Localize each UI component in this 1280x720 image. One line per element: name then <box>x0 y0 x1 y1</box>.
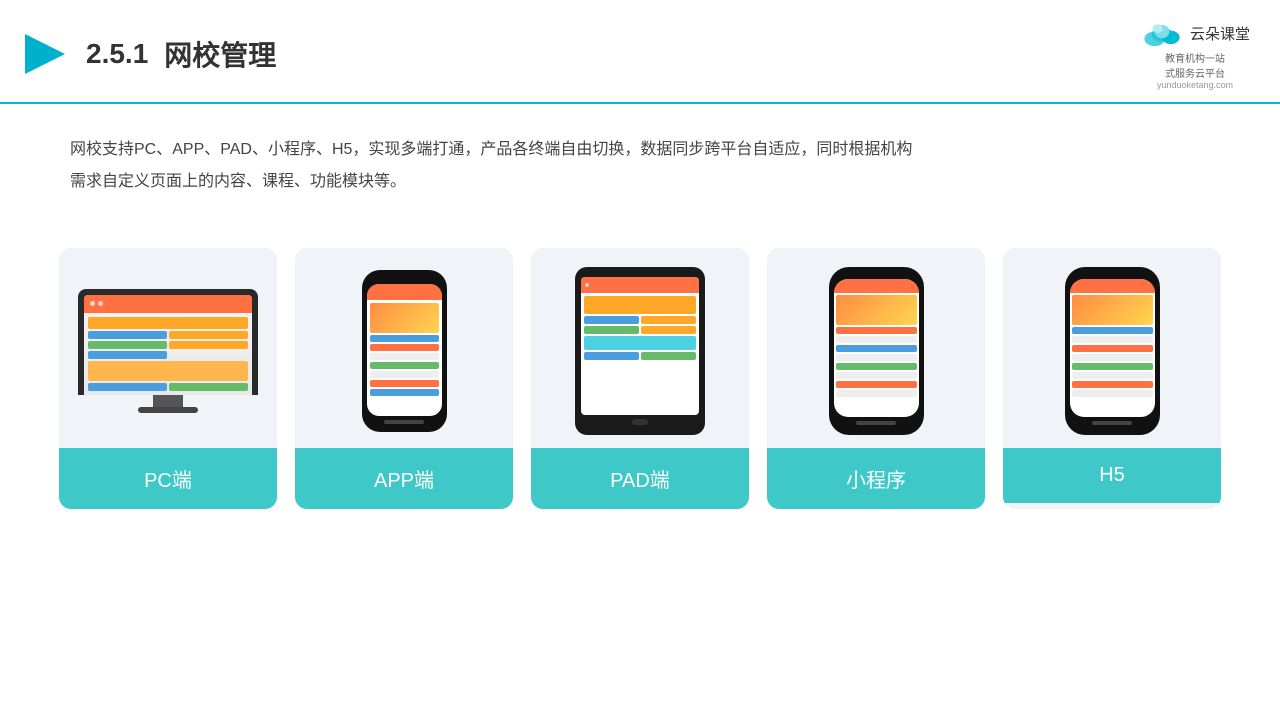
card-pc-image <box>59 248 277 448</box>
miniprogram-mockup <box>829 267 924 435</box>
app-mockup <box>362 270 447 432</box>
logo-url: yunduoketang.com <box>1157 80 1233 90</box>
logo-cloud: 云朵课堂 <box>1140 18 1250 48</box>
cards-container: PC端 <box>0 218 1280 509</box>
card-miniprogram-label: 小程序 <box>767 448 985 509</box>
logo-tagline: 教育机构一站 式服务云平台 <box>1165 50 1225 80</box>
card-h5: H5 <box>1003 248 1221 509</box>
play-icon <box>20 29 70 79</box>
card-h5-image <box>1003 248 1221 448</box>
header-left: 2.5.1 网校管理 <box>20 29 276 79</box>
card-app-label: APP端 <box>295 448 513 509</box>
h5-mockup <box>1065 267 1160 435</box>
header: 2.5.1 网校管理 云朵课堂 教育机构一站 式服务云平台 yunduoketa… <box>0 0 1280 104</box>
card-pad: PAD端 <box>531 248 749 509</box>
card-miniprogram-image <box>767 248 985 448</box>
card-app: APP端 <box>295 248 513 509</box>
logo-brand: 云朵课堂 <box>1190 23 1250 44</box>
card-app-image <box>295 248 513 448</box>
card-pad-image <box>531 248 749 448</box>
card-pc: PC端 <box>59 248 277 509</box>
card-miniprogram: 小程序 <box>767 248 985 509</box>
card-pc-label: PC端 <box>59 448 277 509</box>
cloud-icon <box>1140 18 1184 48</box>
description-text: 网校支持PC、APP、PAD、小程序、H5，实现多端打通，产品各终端自由切换，数… <box>0 104 1280 208</box>
card-pad-label: PAD端 <box>531 448 749 509</box>
card-h5-label: H5 <box>1003 448 1221 503</box>
page-title: 2.5.1 <box>86 38 148 70</box>
pad-mockup <box>575 267 705 435</box>
page-title-name: 网校管理 <box>164 34 276 74</box>
pc-mockup <box>78 289 258 413</box>
logo-area: 云朵课堂 教育机构一站 式服务云平台 yunduoketang.com <box>1140 18 1250 90</box>
